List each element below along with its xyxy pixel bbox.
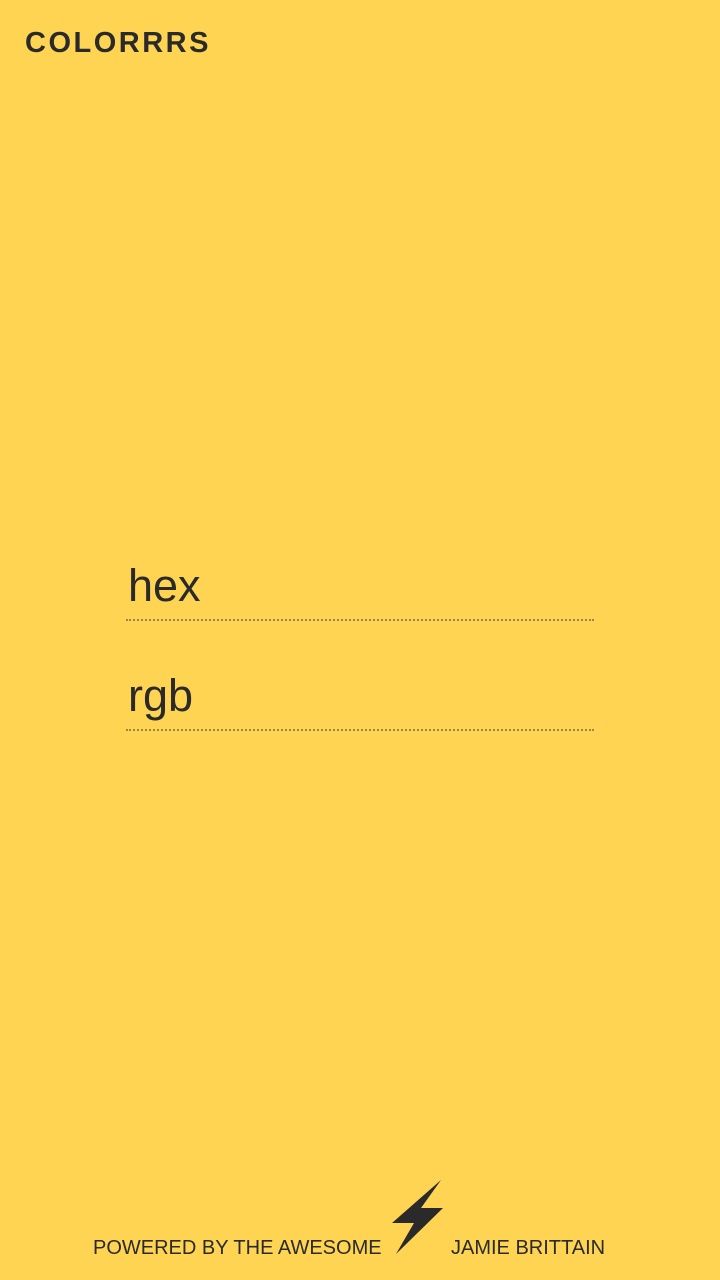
rgb-field: [126, 663, 594, 731]
powered-by-text: POWERED BY THE AWESOME: [93, 1237, 382, 1259]
footer: POWERED BY THE AWESOME JAMIE BRITTAIN: [0, 1178, 720, 1259]
app-logo[interactable]: COLORRRS: [25, 26, 211, 60]
hex-field: [126, 553, 594, 621]
rgb-input[interactable]: [126, 663, 594, 729]
lightning-bolt-icon: [392, 1180, 443, 1254]
hex-input[interactable]: [126, 553, 594, 619]
author-link[interactable]: JAMIE BRITTAIN: [451, 1237, 605, 1259]
